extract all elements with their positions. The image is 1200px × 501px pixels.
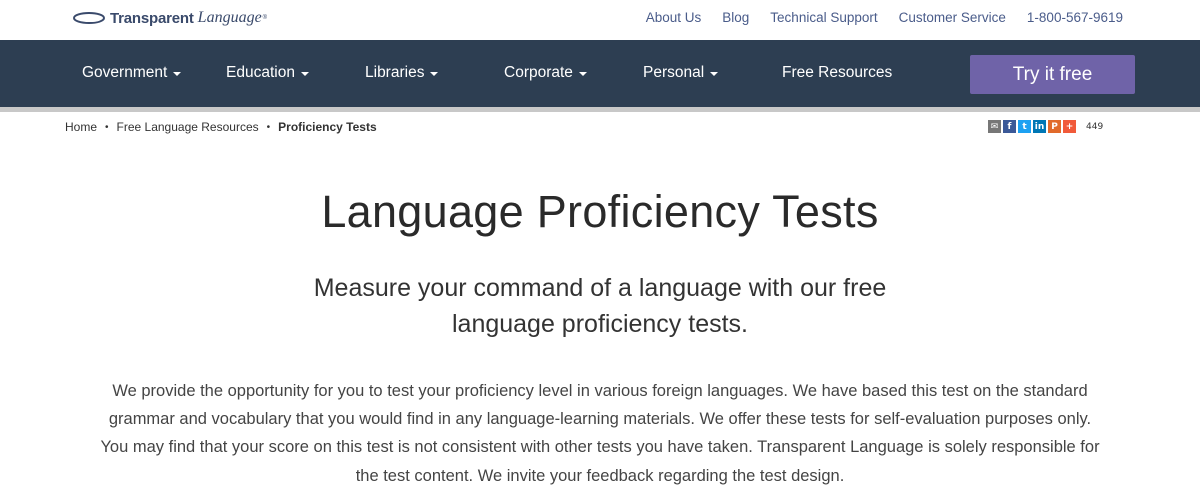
- breadcrumb-home-link[interactable]: Home: [65, 120, 97, 134]
- pinterest-icon[interactable]: P: [1048, 120, 1061, 133]
- email-icon[interactable]: ✉: [988, 120, 1001, 133]
- nav-item-libraries[interactable]: Libraries: [365, 64, 439, 82]
- page-title: Language Proficiency Tests: [321, 186, 879, 237]
- intro-paragraph: We provide the opportunity for you to te…: [60, 377, 1140, 490]
- nav-item-education[interactable]: Education: [226, 64, 309, 82]
- nav-item-label: Personal: [643, 64, 705, 81]
- utility-links: About Us Blog Technical Support Customer…: [625, 10, 1123, 25]
- customer-service-link[interactable]: Customer Service: [899, 10, 1006, 25]
- nav-item-label: Government: [82, 64, 168, 81]
- logo-brand-bold: Transparent: [110, 9, 194, 27]
- nav-item-label: Education: [226, 64, 295, 81]
- nav-item-label: Corporate: [504, 64, 573, 81]
- breadcrumb-separator: •: [105, 121, 109, 133]
- phone-number-link[interactable]: 1-800-567-9619: [1027, 10, 1123, 25]
- intro-line: You may find that your score on this tes…: [100, 438, 1100, 457]
- swoosh-logo-icon: [73, 12, 105, 24]
- logo-trademark: ®: [262, 15, 268, 21]
- blog-link[interactable]: Blog: [722, 10, 749, 25]
- logo-brand-italic: Language: [197, 9, 262, 26]
- share-count: 449: [1086, 121, 1104, 132]
- breadcrumb-current: Proficiency Tests: [278, 120, 377, 134]
- breadcrumb-separator: •: [266, 121, 271, 133]
- nav-item-label: Libraries: [365, 64, 425, 81]
- caret-down-icon: [173, 72, 182, 76]
- share-bar: ✉ f t in P + 449: [988, 120, 1103, 133]
- nav-item-personal[interactable]: Personal: [643, 64, 719, 82]
- intro-line: We provide the opportunity for you to te…: [112, 382, 1088, 400]
- main-navigation: Government Education Libraries Corporate…: [0, 40, 1200, 107]
- site-logo[interactable]: Transparent Language ®: [72, 8, 267, 28]
- page-subtitle: Measure your command of a language with …: [270, 270, 930, 342]
- twitter-icon[interactable]: t: [1018, 120, 1031, 133]
- linkedin-icon[interactable]: in: [1033, 120, 1046, 133]
- try-it-free-button[interactable]: Try it free: [970, 55, 1135, 94]
- subtitle-line: language proficiency tests.: [451, 310, 748, 338]
- caret-down-icon: [710, 72, 719, 76]
- nav-divider: [0, 107, 1200, 112]
- intro-line: grammar and vocabulary that you would fi…: [108, 410, 1092, 429]
- top-utility-bar: Transparent Language ® About Us Blog Tec…: [0, 0, 1200, 40]
- about-us-link[interactable]: About Us: [646, 10, 702, 25]
- facebook-icon[interactable]: f: [1003, 120, 1016, 133]
- caret-down-icon: [430, 72, 439, 76]
- nav-item-corporate[interactable]: Corporate: [504, 64, 587, 82]
- nav-item-label: Free Resources: [782, 64, 893, 81]
- caret-down-icon: [300, 72, 309, 76]
- breadcrumb: Home • Free Language Resources • Profici…: [65, 120, 377, 134]
- add-share-icon[interactable]: +: [1063, 120, 1076, 133]
- subtitle-line: Measure your command of a language with …: [313, 274, 887, 302]
- intro-line: the test content. We invite your feedbac…: [355, 466, 845, 485]
- breadcrumb-free-resources-link[interactable]: Free Language Resources: [117, 120, 259, 134]
- technical-support-link[interactable]: Technical Support: [770, 10, 877, 25]
- caret-down-icon: [578, 72, 587, 76]
- nav-item-government[interactable]: Government: [82, 64, 182, 82]
- nav-item-free-resources[interactable]: Free Resources: [782, 64, 892, 82]
